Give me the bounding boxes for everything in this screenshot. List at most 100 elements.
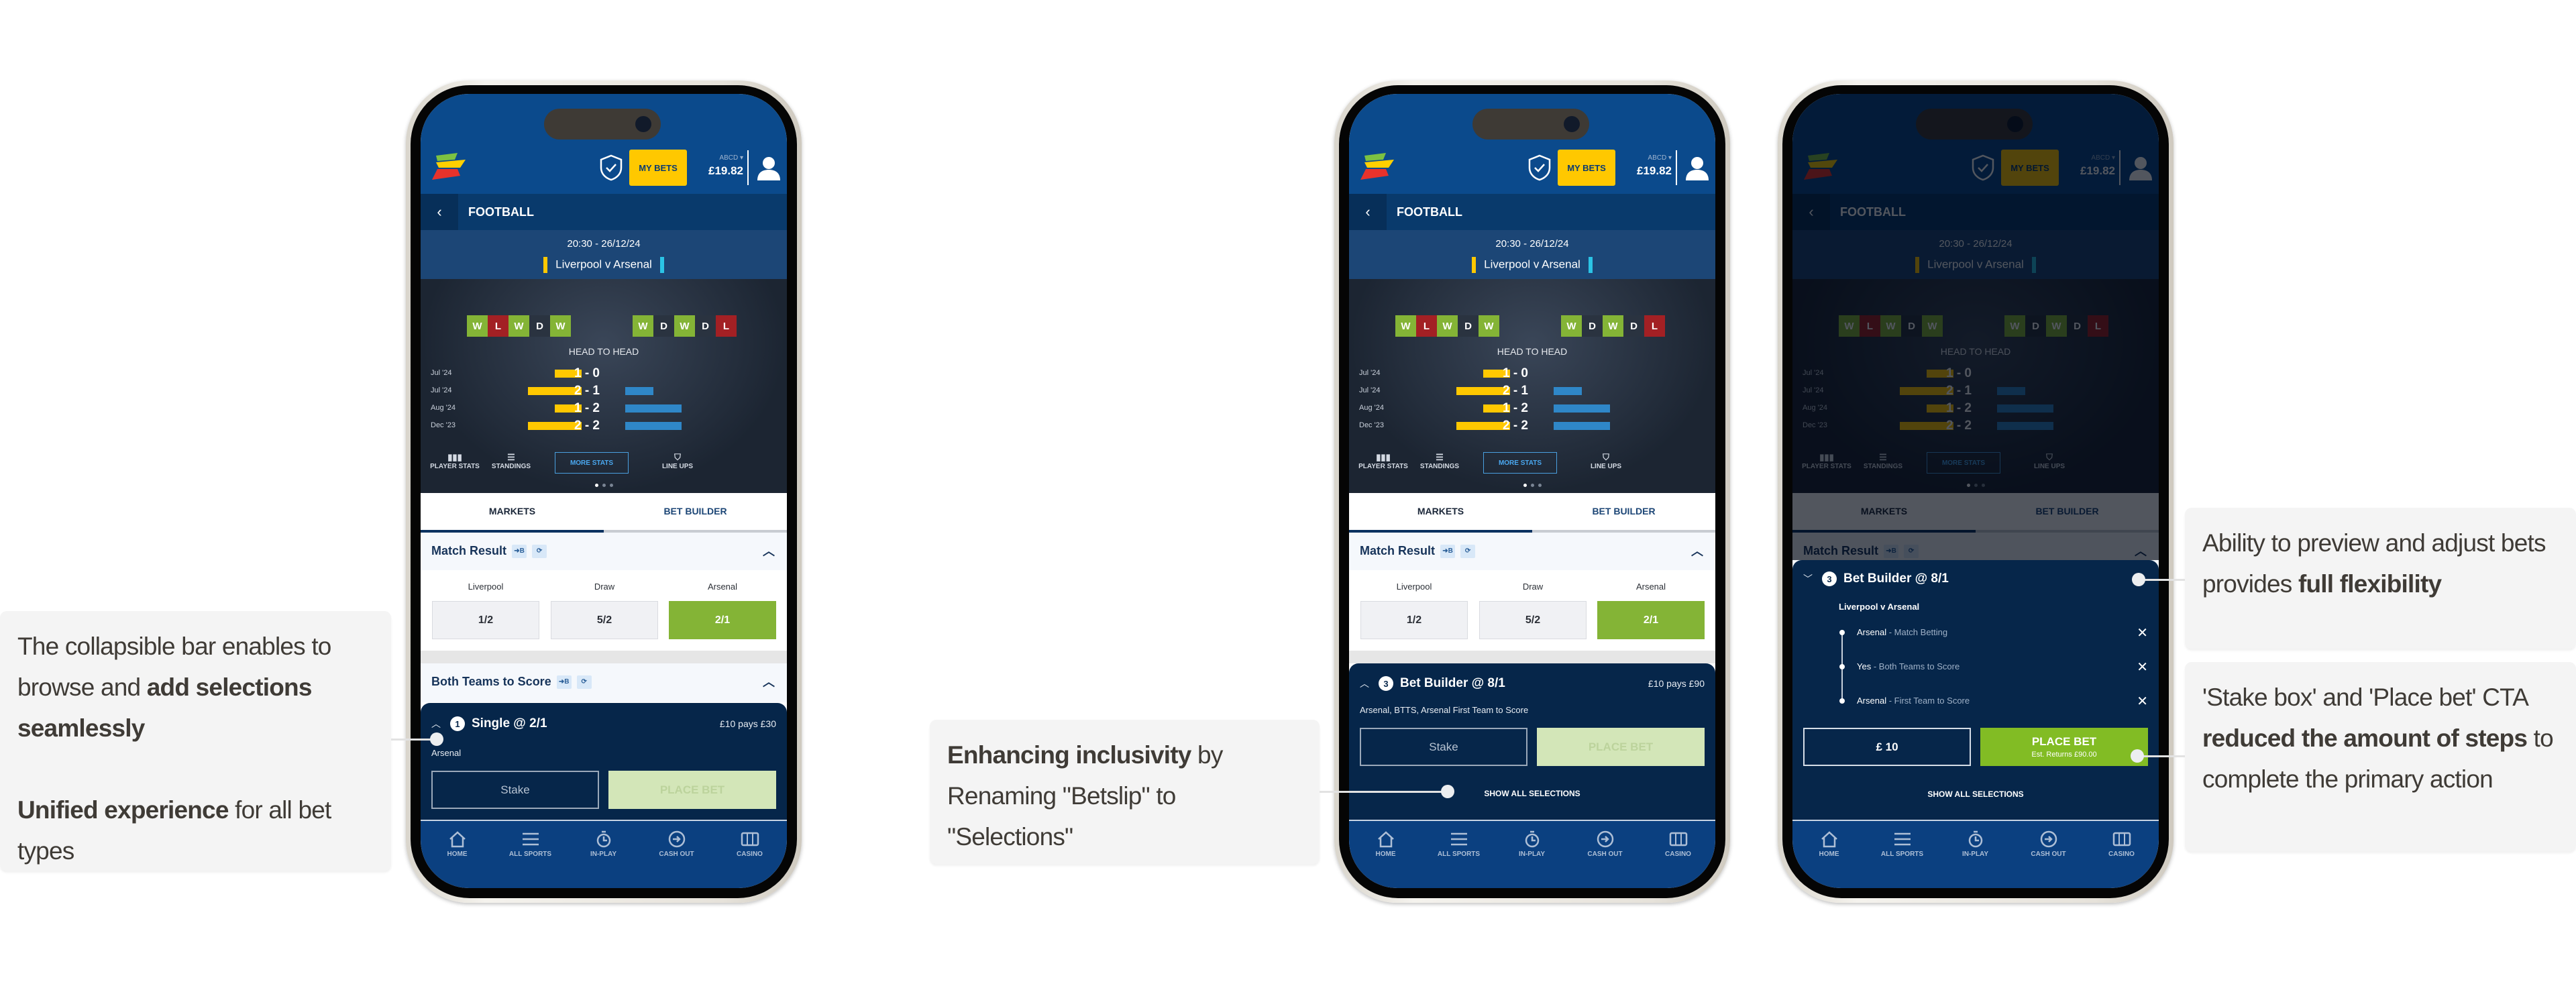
nav-item-inplay[interactable]: IN-PLAY: [1495, 830, 1568, 858]
nav-item-casino[interactable]: CASINO: [713, 830, 786, 858]
match-info: 20:30 - 26/12/24 Liverpool v Arsenal: [1349, 230, 1715, 279]
note-bold: reduced the amount of steps: [2202, 724, 2528, 752]
nav-label: ALL SPORTS: [1880, 851, 1924, 858]
remove-leg-close-icon[interactable]: ✕: [2137, 659, 2148, 675]
chevron-up-icon[interactable]: ︿: [1691, 542, 1703, 559]
place-bet-button[interactable]: PLACE BET: [1537, 728, 1705, 766]
account-balance[interactable]: ABCD ▾ £19.82: [1621, 154, 1672, 178]
h2h-date: Jul '24: [1359, 386, 1381, 394]
stats-tab[interactable]: MORE STATS: [555, 452, 629, 474]
nav-item-inplay[interactable]: IN-PLAY: [1939, 830, 2012, 858]
nav-item-sports[interactable]: ALL SPORTS: [494, 830, 567, 858]
stats-tab[interactable]: ⛉LINE UPS: [641, 452, 714, 470]
odds-button[interactable]: 2/1: [1597, 601, 1705, 639]
tab-markets[interactable]: MARKETS: [421, 493, 604, 533]
stats-tab[interactable]: MORE STATS: [1483, 452, 1557, 474]
carousel-dots[interactable]: [1349, 484, 1715, 487]
tab-markets[interactable]: MARKETS: [1349, 493, 1532, 533]
h2h-date: Dec '23: [1359, 421, 1384, 429]
nav-item-sports[interactable]: ALL SPORTS: [1866, 830, 1939, 858]
market-title: Both Teams to Score: [431, 675, 551, 688]
camera-icon: [1564, 116, 1580, 132]
tab-bet-builder[interactable]: BET BUILDER: [604, 493, 787, 533]
market-header-btts[interactable]: Both Teams to Score ➜B ⟳ ︿: [421, 663, 787, 702]
home-kit-color: [543, 257, 548, 273]
chevron-up-icon[interactable]: ︿: [1360, 677, 1369, 690]
stake-input[interactable]: Stake: [431, 771, 599, 809]
user-avatar-icon[interactable]: [756, 156, 782, 181]
collapsible-betslip: ︿ 3 Bet Builder @ 8/1 £10 pays £90 Arsenal,…: [1349, 663, 1715, 821]
nav-label: HOME: [1819, 851, 1839, 858]
note-bold: Unified experience: [17, 796, 229, 824]
nav-label: CASH OUT: [2031, 851, 2066, 858]
odds-button[interactable]: 5/2: [1479, 601, 1587, 639]
odds-button[interactable]: 1/2: [432, 601, 539, 639]
nav-item-casino[interactable]: CASINO: [1642, 830, 1715, 858]
stake-input[interactable]: Stake: [1360, 728, 1527, 766]
shield-check-icon[interactable]: [599, 154, 623, 181]
nav-item-cashout[interactable]: CASH OUT: [640, 830, 713, 858]
away-goals-bar: [1554, 404, 1610, 413]
match-teams: Liverpool v Arsenal: [1484, 258, 1580, 271]
remove-leg-close-icon[interactable]: ✕: [2137, 624, 2148, 641]
stats-tab[interactable]: ⛉LINE UPS: [1569, 452, 1643, 470]
match-time: 20:30 - 26/12/24: [567, 238, 641, 250]
back-button[interactable]: ‹: [1349, 194, 1387, 230]
show-all-selections-link[interactable]: SHOW ALL SELECTIONS: [1792, 789, 2159, 799]
betslip-header[interactable]: ︿ 1 Single @ 2/1 £10 pays £30: [431, 716, 776, 731]
stats-tab[interactable]: ☰STANDINGS: [474, 452, 548, 470]
account-balance[interactable]: ABCD ▾ £19.82: [692, 154, 743, 178]
nav-item-home[interactable]: HOME: [421, 830, 494, 858]
user-avatar-icon[interactable]: [1684, 156, 1710, 181]
away-goals-bar: [1554, 422, 1610, 430]
carousel-dots[interactable]: [421, 484, 787, 487]
h2h-row: Jul '24 2 - 1: [421, 384, 787, 398]
odds-button[interactable]: 5/2: [551, 601, 658, 639]
h2h-score: 2 - 2: [1502, 419, 1529, 433]
betslip-header[interactable]: ﹀ 3 Bet Builder @ 8/1: [1803, 571, 2148, 586]
market-header-match-result[interactable]: Match Result ➜B ⟳ ︿: [1349, 533, 1715, 571]
back-button[interactable]: ‹: [421, 194, 458, 230]
place-bet-button[interactable]: PLACE BET: [608, 771, 776, 809]
chevron-up-icon[interactable]: ︿: [763, 542, 775, 559]
betslip-header[interactable]: ︿ 3 Bet Builder @ 8/1 £10 pays £90: [1360, 676, 1705, 691]
connector-line: [1320, 791, 1447, 793]
remove-leg-close-icon[interactable]: ✕: [2137, 693, 2148, 710]
chevron-down-icon[interactable]: ﹀: [1803, 572, 1813, 586]
shield-check-icon[interactable]: [1527, 154, 1552, 181]
stats-tab-label: MORE STATS: [570, 459, 614, 467]
nav-item-cashout[interactable]: CASH OUT: [1568, 830, 1642, 858]
odds-block: Liverpool 1/2 Draw 5/2 Arsenal 2/1: [421, 570, 787, 651]
stats-tab-icon: ⛉: [1603, 452, 1609, 462]
my-bets-button[interactable]: MY BETS: [1558, 150, 1615, 186]
bottom-nav: HOME ALL SPORTS IN-PLAY CASH OUT CASINO: [421, 820, 787, 888]
nav-item-inplay[interactable]: IN-PLAY: [567, 830, 640, 858]
market-header-match-result[interactable]: Match Result ➜B ⟳ ︿: [421, 533, 787, 571]
nav-item-casino[interactable]: CASINO: [2085, 830, 2158, 858]
stake-input[interactable]: £ 10: [1803, 728, 1971, 766]
brand-logo-icon[interactable]: [1359, 152, 1395, 181]
my-bets-button[interactable]: MY BETS: [629, 150, 687, 186]
odds-button[interactable]: 1/2: [1360, 601, 1468, 639]
tab-bet-builder[interactable]: BET BUILDER: [1532, 493, 1715, 533]
outcome-label: Arsenal: [1635, 582, 1666, 592]
brand-logo-icon[interactable]: [431, 152, 467, 181]
connector-dot: [430, 732, 443, 746]
phone-3: MY BETS ABCD ▾£19.82 ‹FOOTBALL20:30 - 26…: [1778, 80, 2174, 903]
h2h-score: 1 - 0: [1502, 366, 1529, 380]
nav-item-home[interactable]: HOME: [1349, 830, 1422, 858]
form-badge-away: D: [1582, 315, 1603, 337]
stats-tab[interactable]: ☰STANDINGS: [1403, 452, 1477, 470]
outcome-label: Arsenal: [707, 582, 738, 592]
nav-item-cashout[interactable]: CASH OUT: [2012, 830, 2085, 858]
odds-button[interactable]: 2/1: [669, 601, 776, 639]
nav-item-sports[interactable]: ALL SPORTS: [1422, 830, 1495, 858]
chevron-up-icon[interactable]: ︿: [763, 673, 775, 690]
app-screen: MY BETS ABCD ▾£19.82 ‹FOOTBALL20:30 - 26…: [1792, 94, 2159, 888]
nav-item-home[interactable]: HOME: [1792, 830, 1866, 858]
dim-overlay[interactable]: [1792, 94, 2159, 560]
account-label: ABCD ▾: [1648, 154, 1672, 162]
chevron-up-icon[interactable]: ︿: [431, 717, 441, 730]
place-bet-button[interactable]: PLACE BET Est. Returns £90.00: [1980, 728, 2148, 766]
inplay-icon: [1495, 830, 1568, 848]
